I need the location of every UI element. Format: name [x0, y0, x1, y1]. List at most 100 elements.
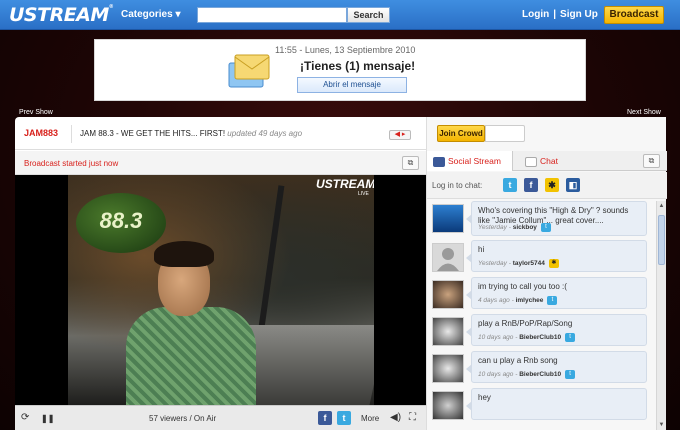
- login-to-chat-label: Log in to chat:: [432, 181, 483, 190]
- tab-chat-label: Chat: [540, 156, 558, 166]
- message-bubble: im trying to call you too :( 4 days ago …: [466, 277, 647, 309]
- categories-menu[interactable]: Categories ▾: [121, 9, 180, 20]
- updated-text: updated 49 days ago: [227, 129, 303, 138]
- popout-player-icon[interactable]: ⧉: [402, 156, 419, 170]
- message-user[interactable]: sickboy: [513, 224, 537, 231]
- viewer-count: 57 viewers / On Air: [149, 414, 217, 423]
- avatar[interactable]: [432, 243, 464, 272]
- myspace-login-icon[interactable]: ◧: [566, 178, 580, 192]
- next-show-link[interactable]: Next Show: [627, 109, 661, 116]
- facebook-login-icon[interactable]: f: [524, 178, 538, 192]
- scroll-down-icon[interactable]: ▼: [657, 420, 666, 430]
- aim-icon: ✱: [548, 259, 559, 268]
- twitter-icon: t: [565, 333, 576, 342]
- auth-separator: |: [553, 9, 557, 20]
- twitter-share-icon[interactable]: t: [337, 411, 351, 425]
- message-meta: 10 days ago - BieberClub10 t: [478, 333, 576, 342]
- live-watermark: LIVE: [358, 191, 369, 197]
- avatar[interactable]: [432, 317, 464, 346]
- list-item: Who's covering this "High & Dry" ? sound…: [427, 201, 655, 237]
- avatar[interactable]: [432, 280, 464, 309]
- twitter-icon: t: [565, 370, 576, 379]
- mic-arm: [257, 185, 285, 335]
- message-bubble: hey: [466, 388, 647, 420]
- chat-bubble-icon: [525, 156, 537, 167]
- chat-login-row: Log in to chat: t f ✱ ◧: [427, 172, 667, 199]
- avatar[interactable]: [432, 204, 464, 233]
- join-crowd-toggle[interactable]: [485, 125, 525, 142]
- twitter-icon: t: [540, 223, 551, 232]
- feed-scrollbar[interactable]: ▲ ▼: [656, 201, 666, 430]
- ustream-logo[interactable]: USTREAM®: [9, 4, 114, 26]
- prev-show-link[interactable]: Prev Show: [19, 109, 53, 116]
- top-navigation: USTREAM® Categories ▾ Search Login | Sign …: [0, 0, 680, 30]
- fullscreen-icon[interactable]: ⛶: [409, 412, 416, 423]
- social-tabs: Social Stream Chat ⧉: [427, 151, 667, 171]
- host-body: [126, 307, 256, 405]
- message-user[interactable]: taylor5744: [513, 260, 545, 267]
- broadcast-status: Broadcast started just now: [24, 159, 119, 168]
- broadcast-button[interactable]: Broadcast: [604, 6, 664, 24]
- list-item: can u play a Rnb song 10 days ago - Bieb…: [427, 351, 655, 384]
- message-meta: 10 days ago - BieberClub10 t: [478, 370, 576, 379]
- message-bubble: play a RnB/PoP/Rap/Song 10 days ago - Bi…: [466, 314, 647, 346]
- search-input[interactable]: [197, 7, 347, 23]
- auth-links: Login | Sign Up: [520, 9, 600, 20]
- scroll-thumb[interactable]: [658, 215, 665, 265]
- avatar[interactable]: [432, 391, 464, 420]
- station-sign: 88.3: [76, 193, 166, 253]
- video-player[interactable]: 88.3 USTREAM LIVE: [15, 175, 426, 405]
- show-title-text: JAM 88.3 - WE GET THE HITS... FIRST!: [80, 129, 226, 138]
- ustream-watermark: USTREAM: [316, 177, 374, 191]
- share-arrow-icon[interactable]: ◀ ▸: [389, 130, 411, 140]
- twitter-icon: t: [547, 296, 558, 305]
- pause-icon[interactable]: ❚❚: [41, 414, 54, 423]
- refresh-icon[interactable]: ⟳: [21, 412, 29, 423]
- video-frame: 88.3 USTREAM LIVE: [68, 175, 374, 405]
- join-crowd-button[interactable]: Join Crowd: [437, 125, 485, 142]
- message-meta: 4 days ago - imlychee t: [478, 296, 558, 305]
- social-column: Join Crowd Social Stream Chat ⧉ Log in t…: [426, 117, 667, 430]
- list-item: im trying to call you too :( 4 days ago …: [427, 277, 655, 310]
- message-bubble: hi Yesterday - taylor5744 ✱: [466, 240, 647, 272]
- message-text: hi: [478, 245, 485, 254]
- show-title: JAM 88.3 - WE GET THE HITS... FIRST! upd…: [80, 129, 302, 138]
- tab-chat[interactable]: Chat: [519, 151, 564, 171]
- mail-envelope-icon: [228, 54, 270, 88]
- message-user[interactable]: imlychee: [516, 297, 544, 304]
- volume-icon[interactable]: ◀): [390, 412, 401, 423]
- message-text: hey: [478, 393, 491, 402]
- list-item: hey: [427, 388, 655, 421]
- message-text: play a RnB/PoP/Rap/Song: [478, 319, 573, 328]
- social-feed: Who's covering this "High & Dry" ? sound…: [427, 201, 655, 430]
- message-user[interactable]: BieberClub10: [519, 371, 561, 378]
- list-item: play a RnB/PoP/Rap/Song 10 days ago - Bi…: [427, 314, 655, 347]
- message-meta: Yesterday - taylor5744 ✱: [478, 259, 559, 268]
- title-divider: [71, 125, 72, 143]
- list-item: hi Yesterday - taylor5744 ✱: [427, 240, 655, 273]
- twitter-login-icon[interactable]: t: [503, 178, 517, 192]
- avatar[interactable]: [432, 354, 464, 383]
- tab-social-label: Social Stream: [448, 156, 501, 166]
- channel-name[interactable]: JAM883: [24, 128, 58, 138]
- login-link[interactable]: Login: [522, 9, 549, 20]
- ad-open-message-button[interactable]: Abrir el mensaje: [297, 77, 407, 93]
- aim-login-icon[interactable]: ✱: [545, 178, 559, 192]
- popout-social-icon[interactable]: ⧉: [643, 154, 660, 168]
- player-controls: ⟳ ❚❚ 57 viewers / On Air f t More ◀) ⛶: [15, 405, 426, 430]
- more-button[interactable]: More: [361, 414, 379, 423]
- show-title-bar: JAM883 JAM 88.3 - WE GET THE HITS... FIR…: [15, 117, 426, 150]
- host-hair: [154, 241, 214, 267]
- signup-link[interactable]: Sign Up: [560, 9, 598, 20]
- social-stream-icon: [433, 156, 445, 167]
- tab-social-stream[interactable]: Social Stream: [427, 151, 513, 171]
- default-user-icon: [437, 248, 459, 271]
- message-user[interactable]: BieberClub10: [519, 334, 561, 341]
- facebook-share-icon[interactable]: f: [318, 411, 332, 425]
- broadcast-status-bar: Broadcast started just now ⧉: [15, 151, 426, 175]
- search-button[interactable]: Search: [347, 7, 390, 23]
- ad-timestamp: 11:55 - Lunes, 13 Septiembre 2010: [275, 45, 416, 55]
- scroll-up-icon[interactable]: ▲: [657, 201, 666, 211]
- message-text: im trying to call you too :(: [478, 282, 567, 291]
- ad-banner[interactable]: 11:55 - Lunes, 13 Septiembre 2010 ¡Tiene…: [94, 39, 586, 101]
